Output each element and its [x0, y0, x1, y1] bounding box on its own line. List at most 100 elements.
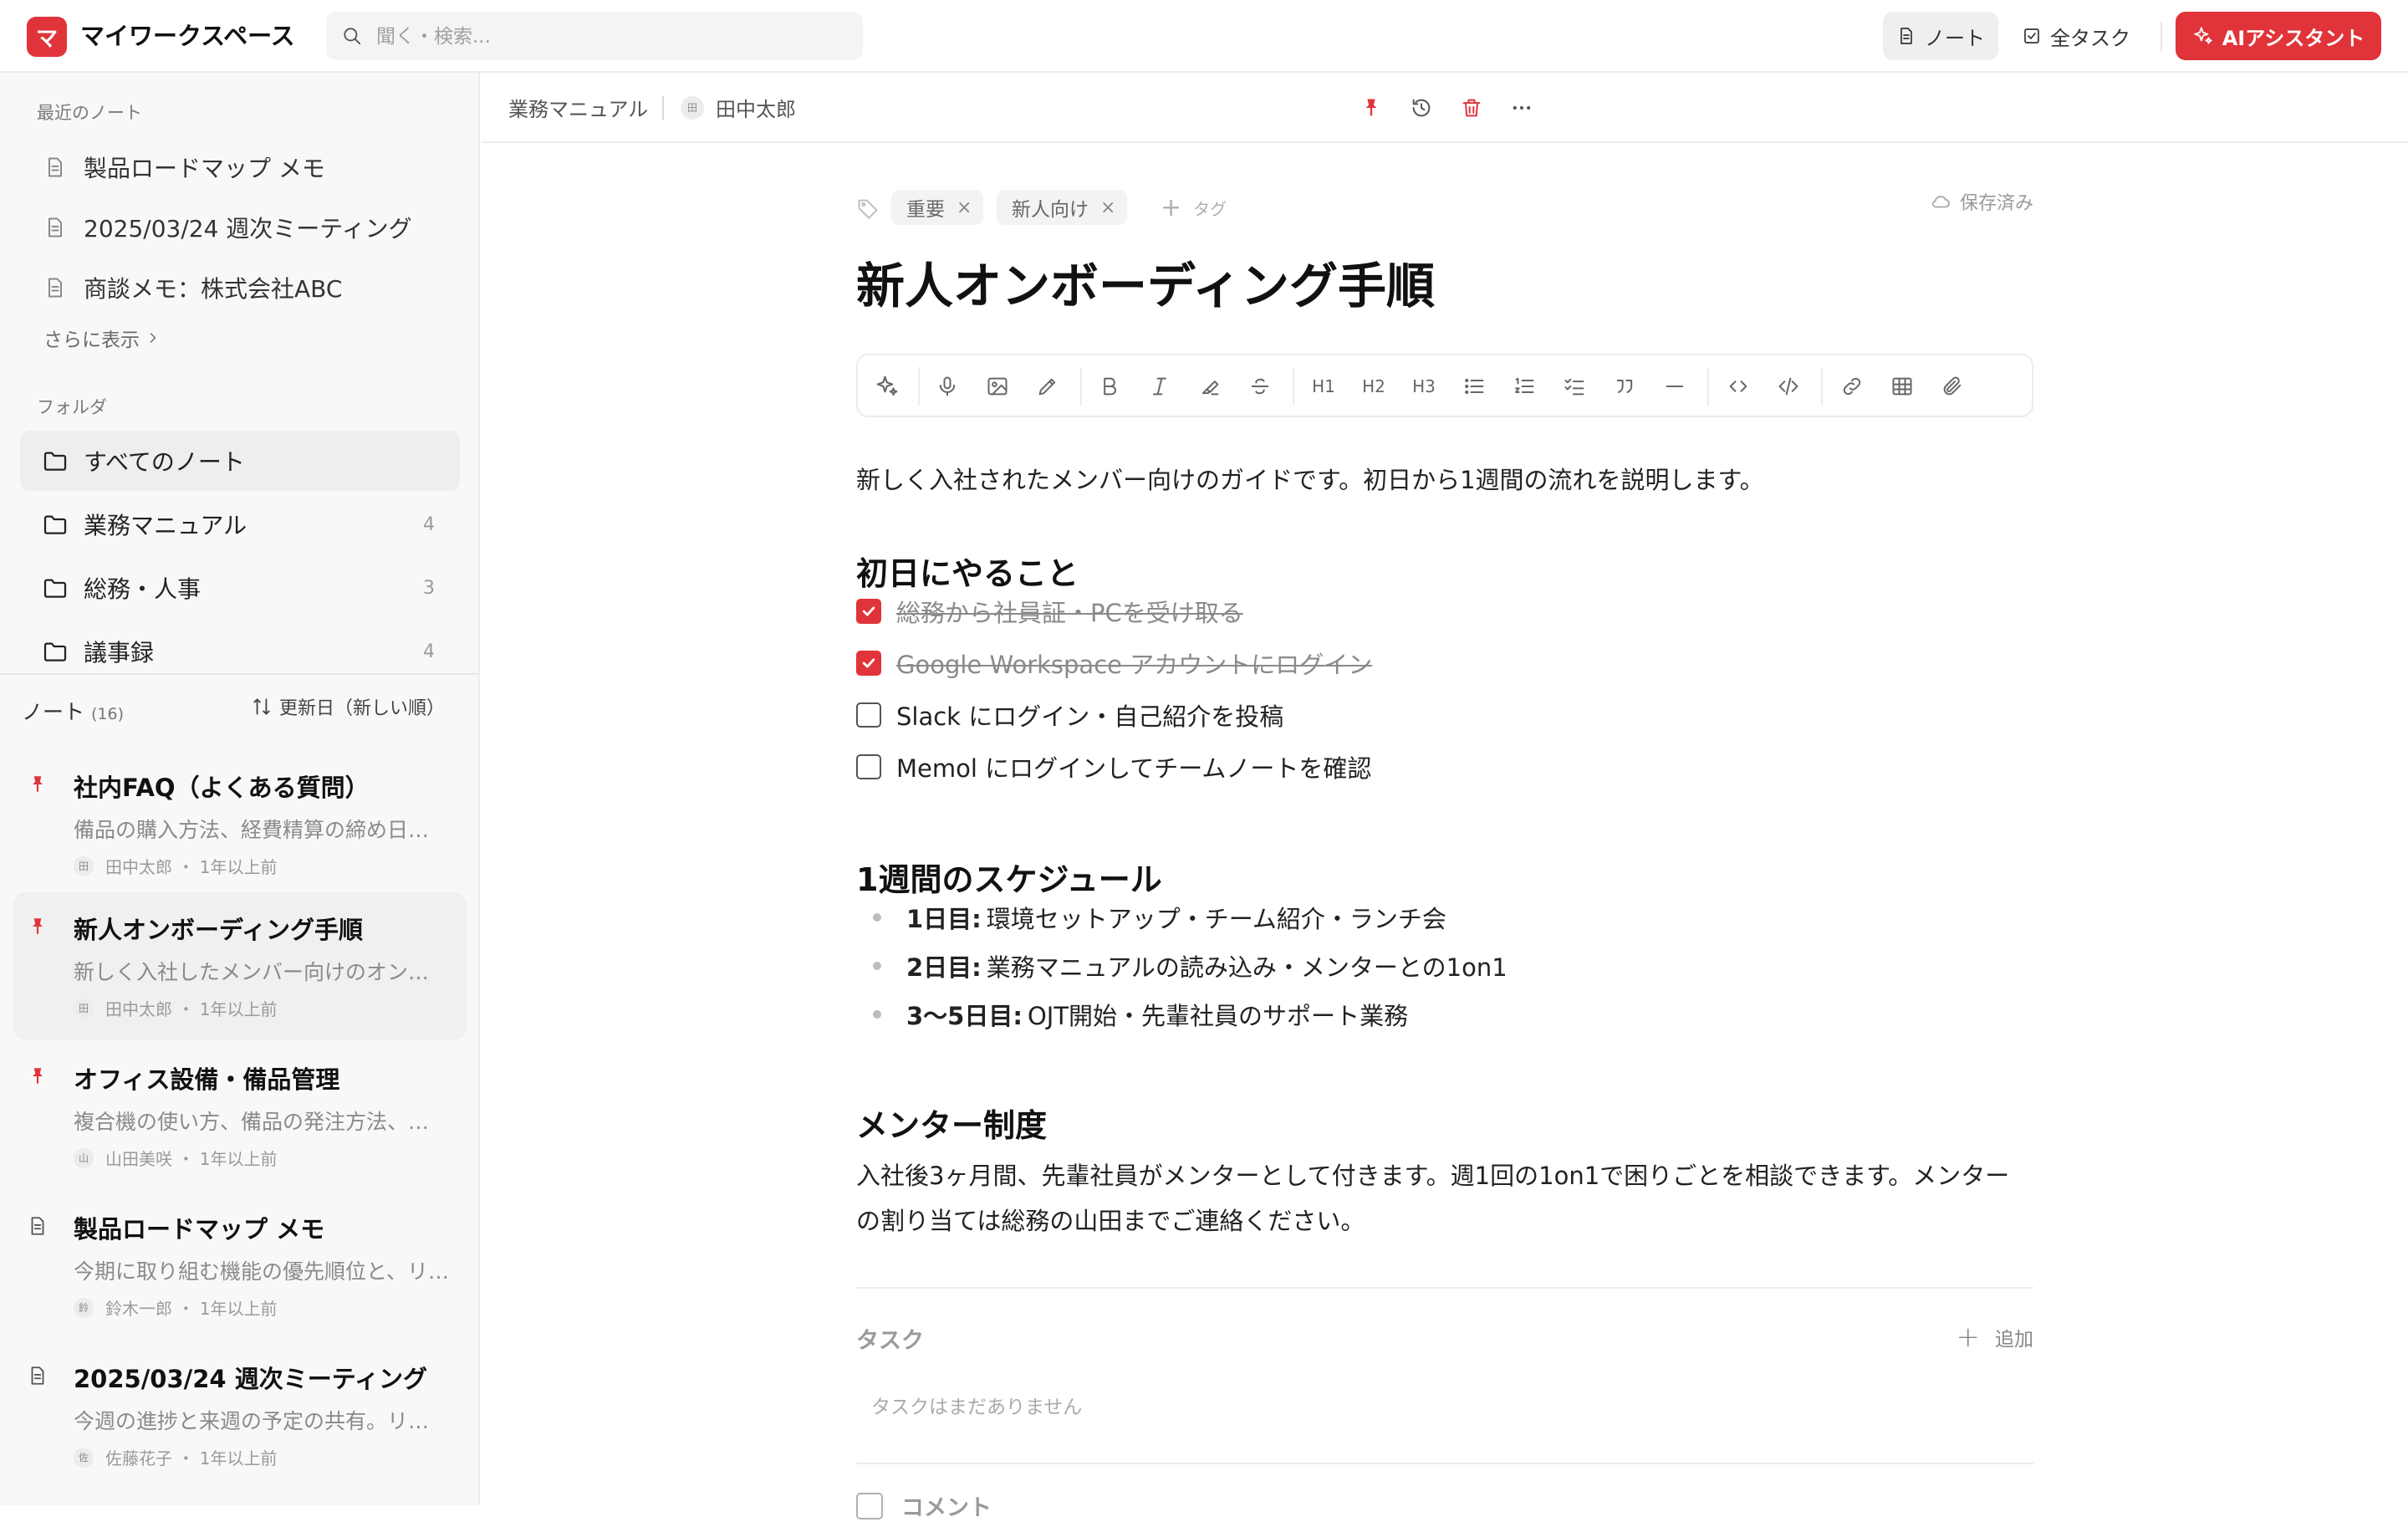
checkbox-checked[interactable]: [856, 651, 881, 676]
recent-note-item[interactable]: 商談メモ：株式会社ABC: [43, 267, 342, 309]
checkbox-unchecked[interactable]: [856, 754, 881, 779]
nav-tasks-button[interactable]: 全タスク: [2008, 12, 2144, 60]
sidebar: 最近のノート 製品ロードマップ メモ 2025/03/24 週次ミーティング 商…: [0, 73, 480, 1505]
sort-button[interactable]: 更新日（新しい順）: [251, 693, 445, 720]
note-list-item[interactable]: 製品ロードマップ メモ 今期に取り組む機能の優先順位と、リリース予定 鈴 鈴木一…: [13, 1192, 467, 1339]
search-box[interactable]: [326, 12, 863, 60]
note-time: 1年以上前: [199, 1448, 278, 1468]
folder-icon: [42, 638, 84, 665]
strikethrough-icon[interactable]: [1244, 370, 1276, 402]
note-excerpt: 新しく入社したメンバー向けのオンボーディング: [74, 960, 450, 984]
numbered-list-icon[interactable]: [1508, 370, 1540, 402]
breadcrumb-folder[interactable]: 業務マニュアル: [508, 93, 648, 122]
ai-assistant-button[interactable]: AIアシスタント: [2176, 12, 2381, 60]
avatar: 田: [74, 855, 94, 876]
more-icon[interactable]: [1505, 91, 1538, 125]
highlight-icon[interactable]: [1194, 370, 1226, 402]
add-tag-button[interactable]: + タグ: [1161, 193, 1227, 222]
save-status-label: 保存済み: [1959, 193, 2033, 214]
link-icon[interactable]: [1836, 370, 1868, 402]
checkbox-checked[interactable]: [856, 599, 881, 624]
document-icon: [27, 1365, 48, 1387]
italic-icon[interactable]: [1144, 370, 1176, 402]
search-icon: [341, 25, 363, 47]
note-time: 1年以上前: [199, 999, 278, 1019]
folder-item-admin-hr[interactable]: 総務・人事 3: [20, 558, 460, 618]
list-item-text: 業務マニュアルの読み込み・メンターとの1on1: [986, 953, 1508, 982]
folder-label: すべてのノート: [84, 448, 245, 476]
tag-chip[interactable]: 重要 ×: [891, 190, 984, 225]
show-more-link[interactable]: さらに表示: [43, 324, 161, 352]
checklist-item[interactable]: Slack にログイン・自己紹介を投稿: [856, 698, 1283, 732]
code-block-icon[interactable]: [1773, 370, 1804, 402]
recent-note-item[interactable]: 2025/03/24 週次ミーティング: [43, 207, 412, 248]
sparkle-icon: [2192, 25, 2222, 47]
note-time: 1年以上前: [199, 1299, 278, 1319]
heading-day1[interactable]: 初日にやること: [856, 548, 1079, 594]
list-item[interactable]: 2日目: 業務マニュアルの読み込み・メンターとの1on1: [873, 947, 1508, 984]
note-list-item[interactable]: 社内FAQ（よくある質問） 備品の購入方法、経費精算の締め日、各種申請 田 田中…: [13, 750, 467, 897]
bold-icon[interactable]: [1094, 370, 1125, 402]
folder-count: 4: [423, 513, 435, 535]
recent-note-item[interactable]: 製品ロードマップ メモ: [43, 146, 325, 188]
tag-remove-button[interactable]: ×: [957, 197, 972, 218]
code-icon[interactable]: [1722, 370, 1754, 402]
heading2-button[interactable]: H2: [1358, 370, 1390, 402]
pin-icon[interactable]: [1354, 91, 1388, 125]
checklist-text: Slack にログイン・自己紹介を投稿: [896, 702, 1284, 731]
list-item[interactable]: 1日目: 環境セットアップ・チーム紹介・ランチ会: [873, 899, 1446, 936]
checklist-item[interactable]: Memol にログインしてチームノートを確認: [856, 750, 1371, 784]
heading3-button[interactable]: H3: [1408, 370, 1440, 402]
folder-item-all[interactable]: すべてのノート: [20, 431, 460, 491]
trash-icon[interactable]: [1455, 91, 1488, 125]
bullet-list-icon[interactable]: [1458, 370, 1490, 402]
paragraph[interactable]: 入社後3ヶ月間、先輩社員がメンターとして付きます。週1回の1on1で困りごとを相…: [856, 1153, 2033, 1244]
paragraph[interactable]: 新しく入社されたメンバー向けのガイドです。初日から1週間の流れを説明します。: [856, 461, 1764, 496]
tag-chip[interactable]: 新人向け ×: [997, 190, 1128, 225]
note-meta: 田 田中太郎 ・ 1年以上前: [74, 996, 277, 1020]
document-icon: [43, 216, 84, 239]
pen-icon[interactable]: [1032, 370, 1064, 402]
note-meta: 佐 佐藤花子 ・ 1年以上前: [74, 1445, 277, 1469]
table-icon[interactable]: [1886, 370, 1918, 402]
search-input[interactable]: [375, 20, 846, 54]
task-list-icon[interactable]: [1559, 370, 1590, 402]
history-icon[interactable]: [1405, 91, 1438, 125]
comments-section-header[interactable]: コメント: [856, 1489, 992, 1522]
note-list-item[interactable]: オフィス設備・備品管理 複合機の使い方、備品の発注方法、会議室の予約 山 山田美…: [13, 1042, 467, 1189]
checklist-item[interactable]: 総務から社員証・PCを受け取る: [856, 595, 1243, 628]
quote-icon[interactable]: [1609, 370, 1640, 402]
note-title[interactable]: 新人オンボーディング手順: [856, 247, 1435, 317]
microphone-icon[interactable]: [931, 370, 963, 402]
list-item[interactable]: 3〜5日目: OJT開始・先輩社員のサポート業務: [873, 996, 1408, 1033]
note-list-item[interactable]: 2025/03/24 週次ミーティング 今週の進捗と来週の予定の共有。リリース …: [13, 1341, 467, 1489]
tasks-section-label: タスク: [856, 1328, 924, 1354]
toolbar-divider: [1821, 367, 1823, 406]
meta-separator: ・: [172, 1149, 200, 1169]
nav-notes-button[interactable]: ノート: [1883, 12, 1998, 60]
divider-icon[interactable]: [1659, 370, 1691, 402]
image-icon[interactable]: [982, 370, 1013, 402]
show-more-label: さらに表示: [43, 329, 140, 351]
note-title: 製品ロードマップ メモ: [74, 1215, 325, 1244]
recent-note-label: 商談メモ：株式会社ABC: [84, 275, 343, 303]
heading1-button[interactable]: H1: [1308, 370, 1339, 402]
attachment-icon[interactable]: [1936, 370, 1968, 402]
checklist-item[interactable]: Google Workspace アカウントにログイン: [856, 646, 1372, 680]
workspace-name[interactable]: マイワークスペース: [80, 18, 295, 54]
checkbox-unchecked[interactable]: [856, 702, 881, 728]
ai-sparkle-icon[interactable]: [871, 370, 903, 402]
workspace-logo[interactable]: マ: [27, 17, 67, 57]
recent-note-label: 製品ロードマップ メモ: [84, 155, 325, 182]
checkbox-icon: [2022, 26, 2050, 46]
breadcrumb-author[interactable]: 田 田中太郎: [681, 93, 796, 122]
tag-remove-button[interactable]: ×: [1100, 197, 1115, 218]
heading-week[interactable]: 1週間のスケジュール: [856, 854, 1162, 900]
add-task-button[interactable]: + 追加: [1956, 1320, 2034, 1354]
note-list-item[interactable]: 新人オンボーディング手順 新しく入社したメンバー向けのオンボーディング 田 田中…: [13, 892, 467, 1039]
heading-mentor[interactable]: メンター制度: [856, 1100, 1047, 1146]
add-task-label: 追加: [1995, 1329, 2033, 1351]
notes-list-header: ノート (16): [22, 696, 124, 726]
folder-item-manual[interactable]: 業務マニュアル 4: [20, 494, 460, 554]
note-title: オフィス設備・備品管理: [74, 1065, 340, 1094]
